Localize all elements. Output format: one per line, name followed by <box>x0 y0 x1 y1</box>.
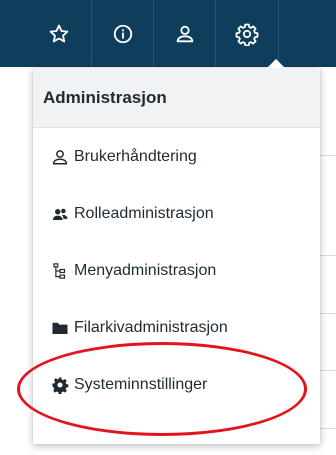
user-outline-icon <box>51 148 69 166</box>
dropdown-caret <box>267 59 285 68</box>
gear-icon <box>235 23 259 46</box>
menu-item-label: Systeminnstillinger <box>74 375 208 393</box>
user-icon <box>176 25 193 42</box>
menu-item-label: Brukerhåndtering <box>74 147 197 165</box>
administration-dropdown: Administrasjon Brukerhåndtering Rolleadm… <box>33 59 320 444</box>
user-profile-button[interactable] <box>154 0 216 67</box>
sitemap-icon <box>51 262 69 280</box>
dropdown-list: Brukerhåndtering Rolleadministrasjon Men… <box>33 128 320 413</box>
favorites-button[interactable] <box>26 0 92 67</box>
menu-item-rolleadministrasjon[interactable]: Rolleadministrasjon <box>33 185 320 242</box>
menu-item-label: Filarkivadministrasjon <box>74 318 228 336</box>
page: Administrasjon Brukerhåndtering Rolleadm… <box>0 0 336 455</box>
menu-item-filarkivadministrasjon[interactable]: Filarkivadministrasjon <box>33 299 320 356</box>
menu-item-brukerhandtering[interactable]: Brukerhåndtering <box>33 128 320 185</box>
toolbar-remaining <box>278 0 336 67</box>
info-button[interactable] <box>92 0 154 67</box>
folder-icon <box>51 319 69 337</box>
dropdown-header: Administrasjon <box>33 68 320 128</box>
menu-item-label: Rolleadministrasjon <box>74 204 214 222</box>
star-icon <box>49 24 68 42</box>
cog-icon <box>51 376 69 394</box>
users-group-icon <box>51 205 69 223</box>
menu-item-systeminnstillinger[interactable]: Systeminnstillinger <box>33 356 320 413</box>
menu-item-label: Menyadministrasjon <box>74 261 217 279</box>
top-toolbar <box>0 0 336 67</box>
settings-button[interactable] <box>216 0 278 67</box>
menu-item-menyadministrasjon[interactable]: Menyadministrasjon <box>33 242 320 299</box>
info-icon <box>113 24 132 43</box>
dropdown-title: Administrasjon <box>43 87 167 107</box>
